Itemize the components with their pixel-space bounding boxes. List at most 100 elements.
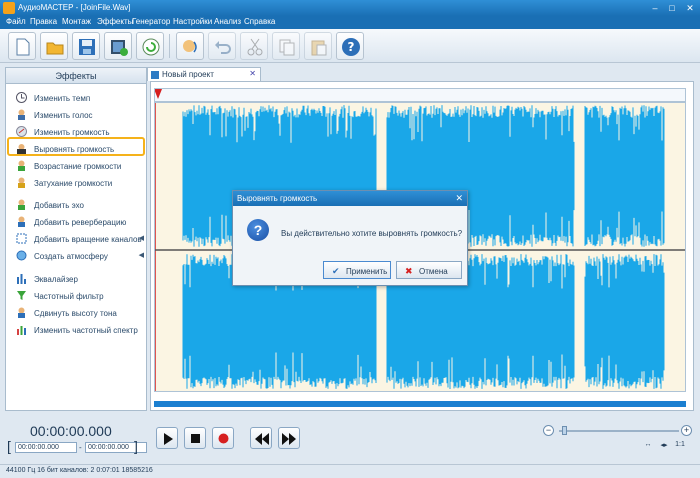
zoom-1to1-button[interactable]: 1:1 bbox=[674, 441, 686, 451]
echo-icon bbox=[16, 199, 27, 210]
undo-icon bbox=[215, 41, 231, 54]
effect-item-reverb[interactable]: Добавить реверберацию bbox=[6, 214, 146, 230]
status-text: 44100 Гц 16 бит каналов: 2 0:07:01 18585… bbox=[6, 467, 153, 474]
copy-icon bbox=[279, 39, 295, 56]
normalize-dialog: Выровнять громкость ✕ ? Вы действительно… bbox=[232, 190, 468, 286]
speech-button[interactable] bbox=[176, 32, 204, 60]
minimize-icon[interactable]: – bbox=[648, 1, 662, 15]
rewind-button[interactable] bbox=[250, 427, 272, 449]
record-button[interactable] bbox=[136, 32, 164, 60]
pitch-icon bbox=[16, 307, 27, 318]
help-icon: ? bbox=[342, 38, 360, 56]
effect-item-equalizer[interactable]: Эквалайзер bbox=[6, 271, 146, 287]
menu-generator[interactable]: Генератор bbox=[132, 17, 170, 26]
project-icon bbox=[151, 71, 159, 79]
effect-item-spectrum[interactable]: Изменить частотный спектр bbox=[6, 322, 146, 338]
timeline-ruler[interactable] bbox=[154, 88, 686, 102]
zoom-in-button[interactable]: + bbox=[681, 425, 692, 436]
copy-button[interactable] bbox=[272, 32, 300, 60]
cut-button[interactable] bbox=[240, 32, 268, 60]
cross-icon: ✖ bbox=[405, 266, 413, 276]
left-bracket: [ bbox=[7, 438, 11, 454]
status-bar: 44100 Гц 16 бит каналов: 2 0:07:01 18585… bbox=[0, 464, 700, 478]
menu-montage[interactable]: Монтаж bbox=[62, 17, 91, 26]
svg-text:?: ? bbox=[348, 40, 355, 54]
maximize-icon[interactable]: □ bbox=[665, 1, 679, 15]
cut-icon bbox=[247, 38, 263, 56]
undo-button[interactable] bbox=[208, 32, 236, 60]
fade-in-icon bbox=[16, 160, 27, 171]
effect-item-rotate[interactable]: Добавить вращение каналов ◀ bbox=[6, 231, 146, 247]
effect-item-atmosphere[interactable]: Создать атмосферу ◀ bbox=[6, 248, 146, 264]
paste-button[interactable] bbox=[304, 32, 332, 60]
record-icon bbox=[142, 38, 160, 56]
play-button[interactable] bbox=[156, 427, 178, 449]
atmosphere-icon bbox=[16, 250, 27, 261]
zoom-slider-thumb[interactable] bbox=[562, 426, 567, 435]
equalizer-icon bbox=[16, 273, 27, 284]
effect-item-voice[interactable]: Изменить голос bbox=[6, 107, 146, 123]
selected-effect-highlight bbox=[7, 137, 145, 156]
transport-bar bbox=[0, 414, 700, 464]
effect-item-fade-in[interactable]: Возрастание громкости bbox=[6, 158, 146, 174]
menu-edit[interactable]: Правка bbox=[30, 17, 57, 26]
fade-out-icon bbox=[16, 177, 27, 188]
effect-item-echo[interactable]: Добавить эхо bbox=[6, 197, 146, 213]
effect-item-tempo[interactable]: Изменить темп bbox=[6, 90, 146, 106]
paste-icon bbox=[311, 40, 327, 56]
video-import-button[interactable] bbox=[104, 32, 132, 60]
effects-panel-title: Эффекты bbox=[6, 68, 146, 84]
current-time-display: 00:00:00.000 bbox=[30, 423, 112, 439]
stop-icon bbox=[191, 434, 200, 443]
spectrum-icon bbox=[16, 324, 27, 335]
toolbar: ? bbox=[0, 29, 700, 63]
menu-effects[interactable]: Эффекты bbox=[97, 17, 133, 26]
rewind-icon bbox=[255, 433, 269, 445]
stop-button[interactable] bbox=[184, 427, 206, 449]
horizontal-scrollbar[interactable] bbox=[154, 401, 686, 407]
dialog-close-icon[interactable]: ✕ bbox=[455, 191, 463, 206]
help-button[interactable]: ? bbox=[336, 32, 364, 60]
check-icon: ✔ bbox=[332, 266, 340, 276]
open-folder-icon bbox=[46, 42, 64, 55]
dialog-title-bar: Выровнять громкость ✕ bbox=[233, 191, 467, 206]
effect-item-pitch[interactable]: Сдвинуть высоту тона bbox=[6, 305, 146, 321]
menu-bar: Файл Правка Монтаж Эффекты Генератор Нас… bbox=[0, 16, 700, 29]
zoom-slider[interactable] bbox=[559, 430, 679, 432]
dialog-title: Выровнять громкость bbox=[237, 194, 318, 203]
toolbar-separator bbox=[169, 34, 170, 58]
zoom-out-button[interactable]: − bbox=[543, 425, 554, 436]
save-button[interactable] bbox=[72, 32, 100, 60]
speech-icon bbox=[183, 40, 197, 53]
tab-close-icon[interactable]: ✕ bbox=[249, 69, 256, 78]
effects-panel: Эффекты Изменить темп Изменить голос Изм… bbox=[5, 67, 147, 411]
effect-item-filter[interactable]: Частотный фильтр bbox=[6, 288, 146, 304]
dialog-message: Вы действительно хотите выровнять громко… bbox=[281, 229, 463, 238]
title-bar: АудиоМАСТЕР - [JoinFile.Wav] – □ ✕ bbox=[0, 0, 700, 16]
tab-project[interactable]: Новый проект ✕ bbox=[147, 67, 261, 81]
right-bracket: ] bbox=[134, 438, 138, 454]
new-file-button[interactable] bbox=[8, 32, 36, 60]
effect-item-fade-out[interactable]: Затухание громкости bbox=[6, 175, 146, 191]
range-separator: - bbox=[79, 443, 82, 452]
menu-settings[interactable]: Настройки bbox=[173, 17, 212, 26]
play-icon bbox=[164, 433, 173, 445]
menu-file[interactable]: Файл bbox=[6, 17, 26, 26]
zoom-selection-icon[interactable]: ◂▸ bbox=[658, 441, 670, 451]
question-icon: ? bbox=[247, 219, 269, 241]
fast-forward-button[interactable] bbox=[278, 427, 300, 449]
selection-start-field[interactable]: 00:00:00.000 bbox=[15, 442, 77, 453]
record-audio-button[interactable] bbox=[212, 427, 234, 449]
close-icon[interactable]: ✕ bbox=[683, 1, 697, 15]
zoom-fit-icon[interactable]: ↔ bbox=[642, 441, 654, 451]
menu-help[interactable]: Справка bbox=[244, 17, 275, 26]
cancel-button[interactable]: ✖ Отмена bbox=[396, 261, 462, 279]
app-icon bbox=[3, 2, 15, 14]
menu-analysis[interactable]: Анализ bbox=[214, 17, 241, 26]
open-button[interactable] bbox=[40, 32, 68, 60]
filter-icon bbox=[16, 290, 27, 301]
playhead-marker[interactable] bbox=[155, 89, 162, 99]
record-dot-icon bbox=[218, 433, 229, 444]
fast-forward-icon bbox=[282, 433, 296, 445]
apply-button[interactable]: ✔ Применить bbox=[323, 261, 391, 279]
